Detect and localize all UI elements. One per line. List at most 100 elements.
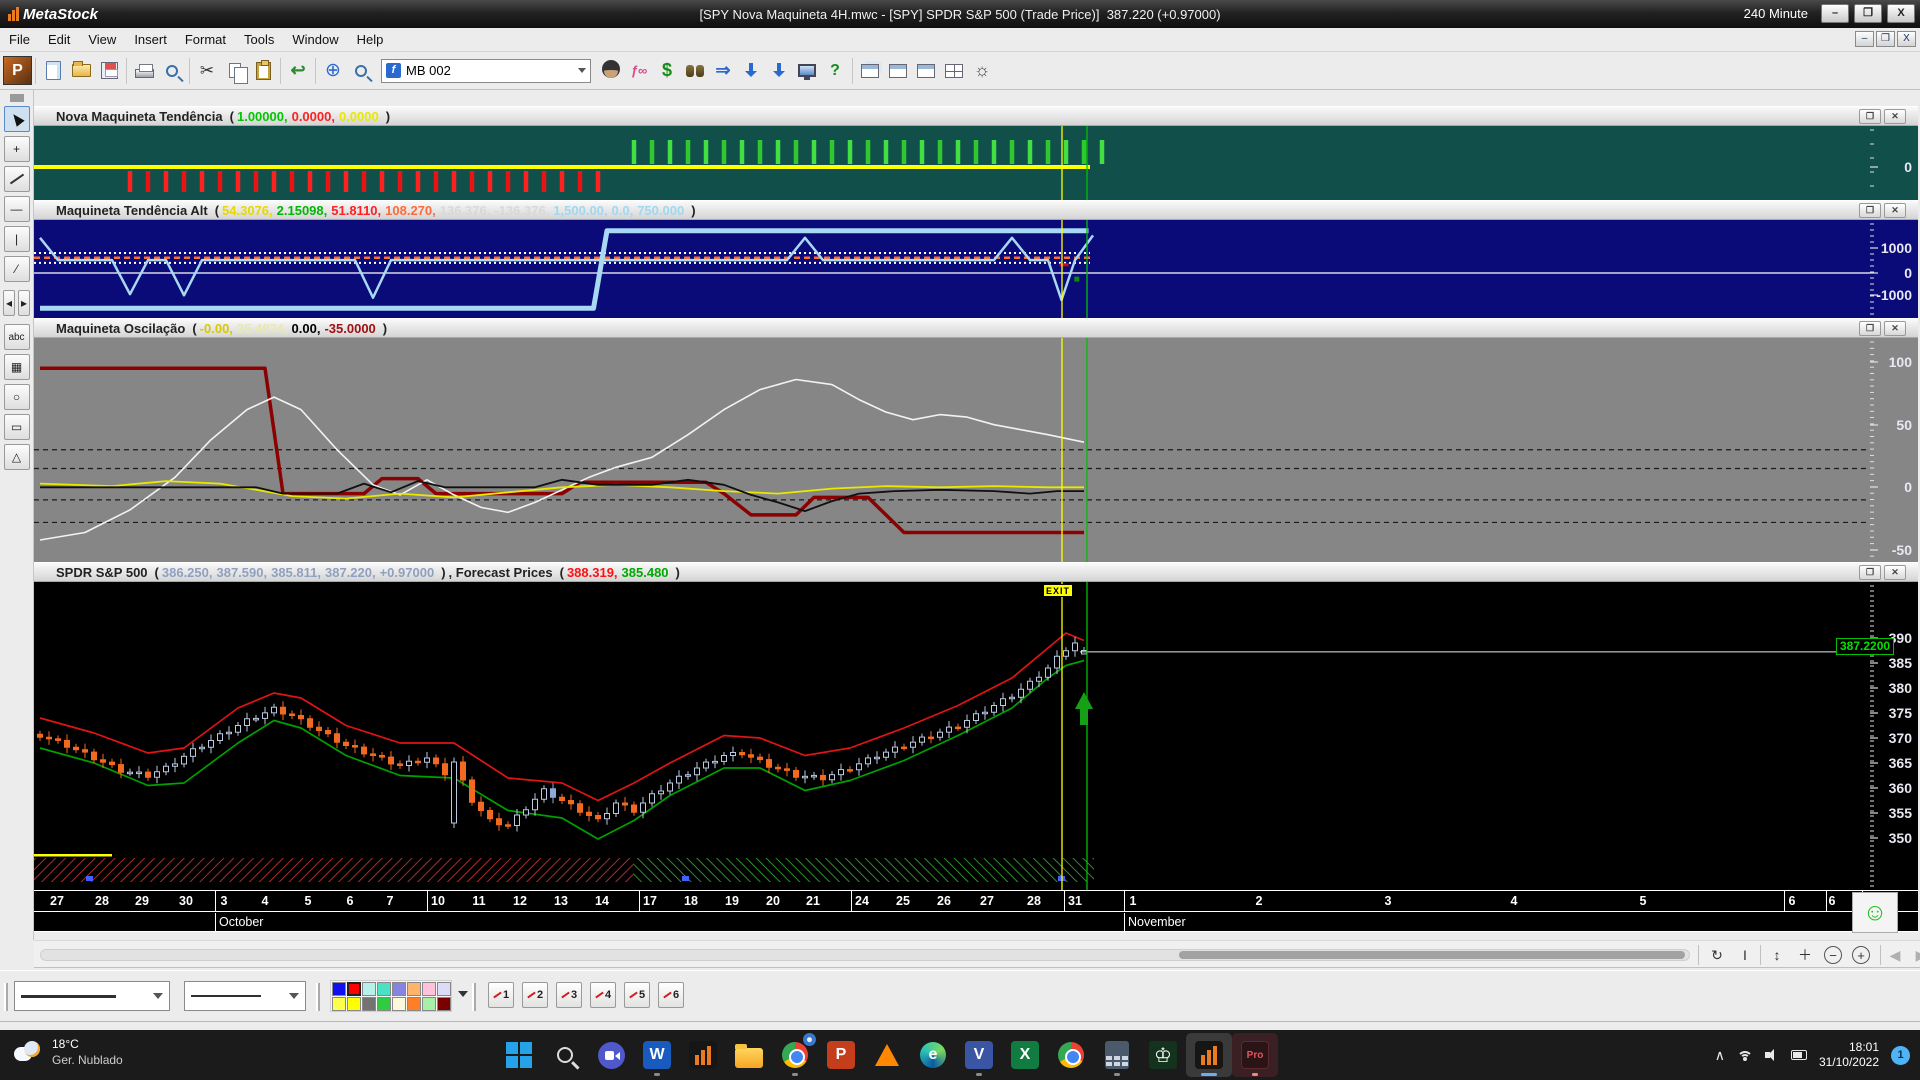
new-chart-icon[interactable] <box>39 57 67 85</box>
color-swatch[interactable] <box>437 997 451 1011</box>
taskbar-chess-king-app[interactable]: ♔ <box>1140 1033 1186 1077</box>
grid-tool-icon[interactable]: ▦ <box>4 354 30 380</box>
delete-tool-icon[interactable]: ⁄ <box>4 256 30 282</box>
move-chart-icon[interactable]: ＋ <box>1794 944 1816 966</box>
bar-interval-icon[interactable]: I <box>1734 944 1756 966</box>
vertical-scale-icon[interactable]: ↕ <box>1766 944 1788 966</box>
scroll-right-icon[interactable]: ▸ <box>18 290 30 316</box>
color-swatch[interactable] <box>422 982 436 996</box>
panel-maximize-button[interactable]: ❐ <box>1859 203 1881 218</box>
cut-icon[interactable]: ✂ <box>193 57 221 85</box>
tray-chevron-icon[interactable]: ∧ <box>1715 1047 1725 1064</box>
vertical-line-tool-icon[interactable]: | <box>4 226 30 252</box>
panel-close-button[interactable]: ✕ <box>1884 565 1906 580</box>
horizontal-scrollbar-thumb[interactable] <box>1179 951 1685 959</box>
taskbar-calculator[interactable] <box>1094 1033 1140 1077</box>
doc-minimize-button[interactable]: – <box>1855 31 1874 47</box>
color-swatch[interactable] <box>332 997 346 1011</box>
taskbar-vlc[interactable] <box>864 1033 910 1077</box>
ellipse-tool-icon[interactable]: ○ <box>4 384 30 410</box>
color-swatch[interactable] <box>362 997 376 1011</box>
panel-close-button[interactable]: ✕ <box>1884 321 1906 336</box>
menu-insert[interactable]: Insert <box>125 29 176 50</box>
chart-window-icon[interactable] <box>912 57 940 85</box>
panel-close-button[interactable]: ✕ <box>1884 109 1906 124</box>
expert-advisor-icon[interactable] <box>597 57 625 85</box>
paste-icon[interactable] <box>249 57 277 85</box>
color-swatch[interactable] <box>392 997 406 1011</box>
taskbar-search[interactable] <box>542 1033 588 1077</box>
indicator-template-button-2[interactable]: 2 <box>522 982 548 1008</box>
weather-widget[interactable]: 18°C Ger. Nublado <box>14 1036 123 1068</box>
indicator-quicklist-icon[interactable]: ƒ∞ <box>625 57 653 85</box>
color-swatch[interactable] <box>347 997 361 1011</box>
tile-windows-icon[interactable] <box>884 57 912 85</box>
color-swatch[interactable] <box>407 997 421 1011</box>
downloader-icon[interactable] <box>737 57 765 85</box>
line-weight-select[interactable] <box>184 981 306 1011</box>
doc-restore-button[interactable]: ❐ <box>1876 31 1895 47</box>
copy-icon[interactable] <box>221 57 249 85</box>
toolbar-grip[interactable] <box>472 983 476 1011</box>
pointer-tool-icon[interactable] <box>4 106 30 132</box>
menu-file[interactable]: File <box>0 29 39 50</box>
panel-maximize-button[interactable]: ❐ <box>1859 109 1881 124</box>
toolbar-grip[interactable] <box>316 983 320 1011</box>
line-style-select[interactable] <box>14 981 170 1011</box>
toolbar-grip[interactable] <box>4 983 8 1011</box>
color-swatch[interactable] <box>362 982 376 996</box>
securities-icon[interactable]: $ <box>653 57 681 85</box>
battery-icon[interactable] <box>1791 1050 1807 1060</box>
color-swatch[interactable] <box>347 982 361 996</box>
indicator-template-button-4[interactable]: 4 <box>590 982 616 1008</box>
undo-icon[interactable]: ↩ <box>284 57 312 85</box>
settings-icon[interactable]: ☼ <box>968 57 996 85</box>
taskbar-chrome-profile[interactable]: ☻ <box>772 1033 818 1077</box>
indicator-template-button-6[interactable]: 6 <box>658 982 684 1008</box>
color-swatch[interactable] <box>332 982 346 996</box>
notification-badge[interactable]: 1 <box>1891 1046 1910 1065</box>
clock[interactable]: 18:01 31/10/2022 <box>1819 1040 1879 1070</box>
color-swatch[interactable] <box>377 982 391 996</box>
open-chart-icon[interactable] <box>67 57 95 85</box>
tile-grid-icon[interactable] <box>940 57 968 85</box>
taskbar-teams-chat[interactable] <box>588 1033 634 1077</box>
menu-tools[interactable]: Tools <box>235 29 283 50</box>
menu-view[interactable]: View <box>79 29 125 50</box>
taskbar-powerpoint[interactable]: P <box>818 1033 864 1077</box>
help-pointer-icon[interactable]: ? <box>821 57 849 85</box>
taskbar-file-explorer[interactable] <box>726 1033 772 1077</box>
close-button[interactable]: X <box>1887 4 1915 23</box>
indicator-template-button-1[interactable]: 1 <box>488 982 514 1008</box>
forecaster-icon[interactable] <box>793 57 821 85</box>
zoom-out-icon[interactable]: − <box>1824 946 1842 964</box>
text-tool-icon[interactable]: abc <box>4 324 30 350</box>
page-right-icon[interactable]: ▶ <box>1910 944 1920 966</box>
taskbar-metastock[interactable] <box>1186 1033 1232 1077</box>
menu-edit[interactable]: Edit <box>39 29 79 50</box>
trendline-tool-icon[interactable] <box>4 166 30 192</box>
taskbar-visio[interactable]: V <box>956 1033 1002 1077</box>
menu-window[interactable]: Window <box>283 29 347 50</box>
power-console-icon[interactable]: P <box>3 56 32 85</box>
color-swatch[interactable] <box>377 997 391 1011</box>
color-swatch[interactable] <box>422 997 436 1011</box>
taskbar-word[interactable]: W <box>634 1033 680 1077</box>
enhanced-explorer-icon[interactable]: ⇒ <box>709 57 737 85</box>
menu-format[interactable]: Format <box>176 29 235 50</box>
zoom-icon[interactable] <box>347 57 375 85</box>
horizontal-line-tool-icon[interactable]: — <box>4 196 30 222</box>
taskbar-chrome[interactable] <box>1048 1033 1094 1077</box>
cascade-windows-icon[interactable] <box>856 57 884 85</box>
scroll-left-icon[interactable]: ◂ <box>3 290 15 316</box>
menu-help[interactable]: Help <box>348 29 393 50</box>
color-swatch[interactable] <box>392 982 406 996</box>
taskbar-metastock-launcher[interactable] <box>680 1033 726 1077</box>
color-swatch[interactable] <box>407 982 421 996</box>
panel-maximize-button[interactable]: ❐ <box>1859 321 1881 336</box>
panel-close-button[interactable]: ✕ <box>1884 203 1906 218</box>
page-left-icon[interactable]: ◀ <box>1884 944 1906 966</box>
rectangle-tool-icon[interactable]: ▭ <box>4 414 30 440</box>
indicator-template-button-3[interactable]: 3 <box>556 982 582 1008</box>
refresh-icon[interactable]: ↻ <box>1706 944 1728 966</box>
